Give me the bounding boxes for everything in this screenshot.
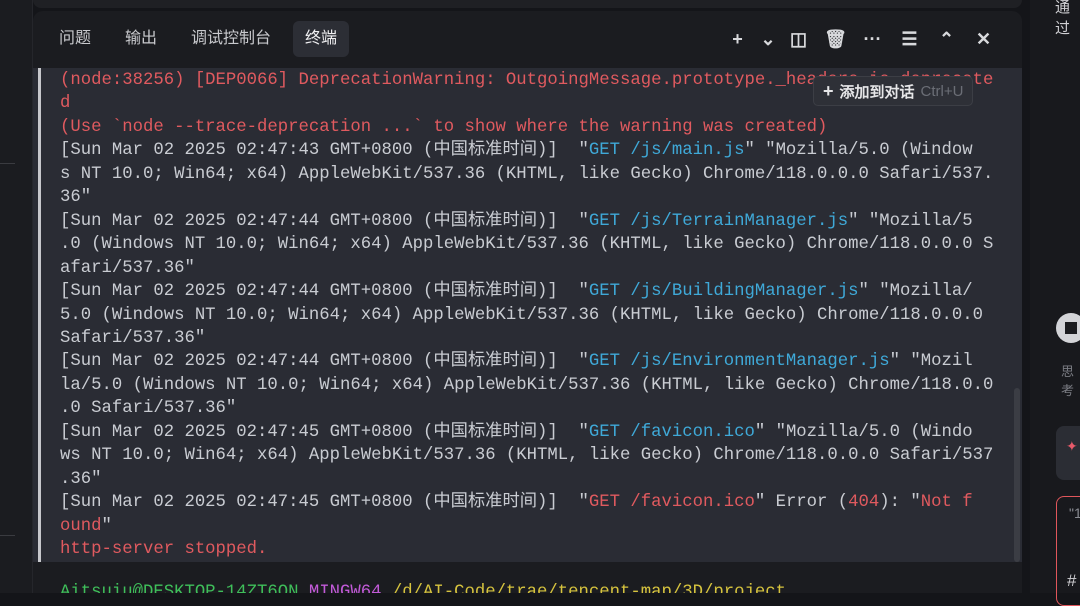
add-to-chat-label: 添加到对话 — [839, 83, 915, 101]
terminal-text-segment: ws NT 10.0; Win64; x64) AppleWebKit/537.… — [60, 446, 994, 466]
terminal-line: [Sun Mar 02 2025 02:47:43 GMT+0800 (中国标准… — [60, 139, 993, 162]
terminal-text-segment: " Error ( — [754, 493, 849, 513]
left-activity-strip — [0, 0, 33, 593]
terminal-text-segment: GET /js/BuildingManager.js — [588, 282, 859, 302]
chevron-up-icon[interactable]: ⌃ — [928, 25, 965, 53]
terminal-text-segment: " "Mozil — [889, 352, 973, 372]
terminal-line: [Sun Mar 02 2025 02:47:45 GMT+0800 (中国标准… — [60, 421, 993, 444]
terminal-text-segment: d — [60, 94, 71, 114]
plus-icon: + — [823, 80, 834, 101]
terminal-text-segment: " "Mozilla/5.0 (Windo — [754, 422, 973, 442]
terminal-prompt: Aitsuiu@DESKTOP-14ZT6QN MINGW64 /d/AI-Co… — [60, 583, 786, 593]
terminal-text-segment: .0 (Windows NT 10.0; Win64; x64) AppleWe… — [60, 235, 994, 255]
shortcut-hint: Ctrl+U — [920, 82, 964, 100]
terminal-text-segment: GET /js/main.js — [588, 141, 745, 161]
more-icon[interactable]: ··· — [854, 25, 891, 53]
terminal-line: .0 Safari/537.36" — [60, 397, 993, 420]
terminal-text-segment: Safari/537.36" — [60, 328, 206, 348]
settings-sliders-icon[interactable]: ☰ — [891, 25, 928, 53]
terminal-text-segment: Not f — [920, 493, 973, 513]
terminal-text-segment: 36" — [60, 188, 92, 208]
bottom-panel: 问题 输出 调试控制台 终端 + ⌄ ◫ 🗑 ··· ☰ ⌃ ✕ (node:38256) [DEP… — [33, 11, 1022, 593]
hash-icon: # — [1067, 571, 1077, 590]
terminal-text-segment: afari/537.36" — [60, 258, 195, 278]
close-icon[interactable]: ✕ — [965, 25, 1002, 53]
chat-text-fragment: 通过 — [1055, 0, 1071, 37]
terminal-text-segment: " "Mozilla/ — [858, 282, 973, 302]
terminal-text-segment: [Sun Mar 02 2025 02:47:45 GMT+0800 (中国标准… — [60, 493, 589, 513]
chat-input-text: "1 — [1069, 505, 1080, 521]
terminal-text-segment: [Sun Mar 02 2025 02:47:44 GMT+0800 (中国标准… — [60, 282, 589, 302]
tab-1[interactable]: 输出 — [113, 21, 169, 57]
add-to-chat-tooltip[interactable]: + 添加到对话 Ctrl+U — [813, 76, 974, 106]
terminal-line: Safari/537.36" — [60, 327, 993, 350]
terminal-text-segment: .36" — [60, 469, 102, 489]
trash-icon[interactable]: 🗑 — [817, 25, 854, 53]
plus-icon[interactable]: + — [719, 25, 756, 53]
terminal-output: (node:38256) [DEP0066] DeprecationWarnin… — [60, 69, 993, 562]
command-decoration-bar — [38, 68, 41, 562]
split-icon[interactable]: ◫ — [780, 25, 817, 53]
terminal-line: s NT 10.0; Win64; x64) AppleWebKit/537.3… — [60, 163, 993, 186]
terminal-text-segment: [Sun Mar 02 2025 02:47:44 GMT+0800 (中国标准… — [60, 352, 589, 372]
terminal-text-segment: " "Mozilla/5 — [848, 211, 973, 231]
prompt-segment: MINGW64 — [308, 583, 392, 593]
terminal-scrollbar[interactable] — [1014, 388, 1020, 562]
terminal-text-segment: 404 — [848, 493, 880, 513]
terminal-text-segment: GET /js/TerrainManager.js — [588, 211, 849, 231]
prompt-segment: /d/AI-Code/trae/tencent-map/3D/project — [391, 583, 786, 593]
panel-tabs: 问题 输出 调试控制台 终端 — [47, 21, 355, 57]
terminal-text-segment: [Sun Mar 02 2025 02:47:43 GMT+0800 (中国标准… — [60, 141, 589, 161]
terminal-line: ws NT 10.0; Win64; x64) AppleWebKit/537.… — [60, 444, 993, 467]
terminal-line: .36" — [60, 468, 993, 491]
terminal-text-segment: [Sun Mar 02 2025 02:47:44 GMT+0800 (中国标准… — [60, 211, 589, 231]
terminal-text-segment: " "Mozilla/5.0 (Window — [744, 141, 973, 161]
terminal-text-segment: " — [101, 516, 112, 536]
terminal-text-segment: http-server stopped. — [60, 540, 268, 560]
tab-2[interactable]: 调试控制台 — [179, 21, 283, 57]
terminal-line: [Sun Mar 02 2025 02:47:44 GMT+0800 (中国标准… — [60, 280, 993, 303]
prompt-segment: Aitsuiu@DESKTOP-14ZT6QN — [60, 583, 309, 593]
thinking-label: 思考 — [1061, 364, 1075, 398]
chevron-down-icon[interactable]: ⌄ — [756, 25, 780, 53]
terminal-line: [Sun Mar 02 2025 02:47:44 GMT+0800 (中国标准… — [60, 210, 993, 233]
terminal-line: http-server stopped. — [60, 538, 993, 561]
editor-area-edge — [33, 0, 1022, 8]
terminal-text-segment: ): " — [879, 493, 921, 513]
terminal-text-segment: s NT 10.0; Win64; x64) AppleWebKit/537.3… — [60, 164, 994, 184]
terminal-text-segment: .0 Safari/537.36" — [60, 399, 237, 419]
terminal-line: ound" — [60, 515, 993, 538]
terminal-text-segment: 5.0 (Windows NT 10.0; Win64; x64) AppleW… — [60, 305, 983, 325]
terminal-line: afari/537.36" — [60, 257, 993, 280]
terminal-text-segment: (Use `node --trace-deprecation ...` to s… — [60, 117, 828, 137]
terminal-line: 36" — [60, 186, 993, 209]
terminal-text-segment: ound — [60, 516, 102, 536]
tab-0[interactable]: 问题 — [47, 21, 103, 57]
sparkle-card[interactable]: ✦ — [1056, 426, 1080, 480]
terminal-view[interactable]: (node:38256) [DEP0066] DeprecationWarnin… — [33, 68, 1022, 562]
terminal-line: la/5.0 (Windows NT 10.0; Win64; x64) App… — [60, 374, 993, 397]
chat-input[interactable]: "1 # — [1056, 496, 1080, 606]
terminal-text-segment: GET /favicon.ico — [588, 493, 755, 513]
terminal-text-segment: la/5.0 (Windows NT 10.0; Win64; x64) App… — [60, 375, 994, 395]
terminal-line: [Sun Mar 02 2025 02:47:44 GMT+0800 (中国标准… — [60, 350, 993, 373]
terminal-text-segment: GET /favicon.ico — [588, 422, 755, 442]
sparkle-icon: ✦ — [1066, 438, 1078, 454]
terminal-text-segment: GET /js/EnvironmentManager.js — [588, 352, 890, 372]
terminal-line: 5.0 (Windows NT 10.0; Win64; x64) AppleW… — [60, 304, 993, 327]
panel-toolbar: + ⌄ ◫ 🗑 ··· ☰ ⌃ ✕ — [719, 25, 1002, 53]
tab-3[interactable]: 终端 — [293, 21, 350, 57]
terminal-line: .0 (Windows NT 10.0; Win64; x64) AppleWe… — [60, 233, 993, 256]
terminal-line: [Sun Mar 02 2025 02:47:45 GMT+0800 (中国标准… — [60, 491, 993, 514]
terminal-text-segment: [Sun Mar 02 2025 02:47:45 GMT+0800 (中国标准… — [60, 422, 589, 442]
assistant-avatar — [1056, 313, 1080, 343]
terminal-line: (Use `node --trace-deprecation ...` to s… — [60, 116, 993, 139]
